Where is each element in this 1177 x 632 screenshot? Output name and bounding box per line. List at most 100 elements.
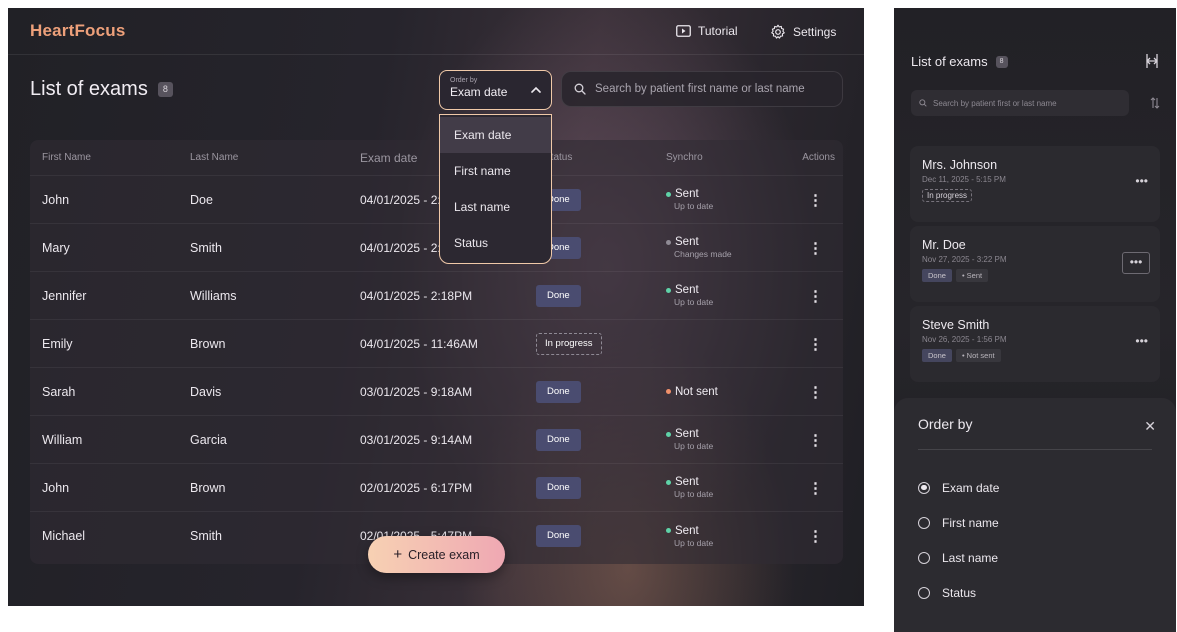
mobile-page-title: List of exams 8 <box>911 54 1008 69</box>
table-row[interactable]: John Brown 02/01/2025 - 6:17PM Done Sent… <box>30 464 843 512</box>
sync-dot-icon <box>666 191 671 197</box>
synchro-detail: Up to date <box>674 297 714 307</box>
create-exam-button[interactable]: + Create exam <box>368 536 505 573</box>
sheet-divider <box>918 449 1152 450</box>
card-exam-date: Nov 26, 2025 - 1:56 PM <box>922 335 1007 344</box>
search-icon <box>919 99 927 107</box>
sync-dot-icon <box>666 479 671 485</box>
exam-card[interactable]: Steve Smith Nov 26, 2025 - 1:56 PM Done •… <box>910 306 1160 382</box>
more-vertical-icon[interactable]: ⋮ <box>808 192 823 209</box>
status-badge: Done <box>922 349 952 362</box>
column-header-last-name[interactable]: Last Name <box>190 152 360 163</box>
tutorial-button[interactable]: Tutorial <box>676 24 738 38</box>
create-exam-label: Create exam <box>408 547 480 562</box>
column-header-first-name[interactable]: First Name <box>30 152 190 163</box>
radio-icon[interactable] <box>918 586 930 599</box>
radio-icon[interactable] <box>918 551 930 564</box>
synchro-detail: Up to date <box>674 537 714 548</box>
cell-first-name: Emily <box>42 336 73 351</box>
order-option[interactable]: Last name <box>918 540 1152 575</box>
more-vertical-icon[interactable]: ⋮ <box>808 288 823 305</box>
cell-first-name: Jennifer <box>42 288 87 303</box>
card-tags: Done • Not sent <box>922 349 1148 362</box>
more-horizontal-icon[interactable]: ••• <box>1135 174 1148 188</box>
column-header-status[interactable]: Status <box>536 152 666 163</box>
play-icon <box>676 25 691 37</box>
mobile-search-input[interactable]: Search by patient first or last name <box>911 90 1129 116</box>
cell-status: Done <box>536 236 666 259</box>
cell-synchro: Sent Up to date <box>666 476 784 499</box>
table-row[interactable]: Mary Smith 04/01/2025 - 2:31PM Done Sent… <box>30 224 843 272</box>
cell-last-name: Davis <box>190 384 222 399</box>
cell-synchro: Sent Up to date <box>666 428 784 451</box>
exam-card[interactable]: Mr. Doe Nov 27, 2025 - 3:22 PM Done • Sen… <box>910 226 1160 302</box>
table-row[interactable]: William Garcia 03/01/2025 - 9:14AM Done … <box>30 416 843 464</box>
mobile-count-badge: 8 <box>995 55 1008 68</box>
settings-button[interactable]: Settings <box>770 24 836 40</box>
radio-icon[interactable] <box>918 516 930 529</box>
status-badge: In progress <box>536 332 602 355</box>
desktop-view: HeartFocus Tutorial Settings List of exa… <box>8 8 864 606</box>
synchro-detail: Up to date <box>674 441 714 451</box>
order-by-caption: Order by <box>450 77 478 84</box>
dropdown-option-last-name[interactable]: Last name <box>440 189 551 225</box>
search-placeholder: Search by patient first name or last nam… <box>595 83 805 95</box>
more-horizontal-icon[interactable]: ••• <box>1135 334 1148 348</box>
synchro-label: Sent <box>675 236 699 248</box>
columns-icon[interactable] <box>1145 53 1159 69</box>
card-patient-name: Steve Smith <box>922 318 990 332</box>
synchro-label: Sent <box>675 428 699 440</box>
status-badge: Done <box>536 380 581 403</box>
column-header-synchro[interactable]: Synchro <box>666 152 784 163</box>
order-option-label: Status <box>942 585 977 600</box>
table-row[interactable]: John Doe 04/01/2025 - 2:45PM Done Sent U… <box>30 176 843 224</box>
cell-first-name: Michael <box>42 529 86 543</box>
order-by-value: Exam date <box>450 85 508 99</box>
synchro-label: Sent <box>675 476 699 488</box>
more-vertical-icon[interactable]: ⋮ <box>808 384 823 401</box>
cell-synchro: Not sent <box>666 386 784 398</box>
cell-last-name: Smith <box>190 240 222 255</box>
order-option[interactable]: First name <box>918 505 1152 540</box>
more-vertical-icon[interactable]: ⋮ <box>808 240 823 257</box>
status-badge: • Sent <box>955 269 989 282</box>
sync-dot-icon <box>666 528 671 533</box>
more-vertical-icon[interactable]: ⋮ <box>808 480 823 497</box>
cell-status: Done <box>536 476 666 499</box>
table-row[interactable]: Jennifer Williams 04/01/2025 - 2:18PM Do… <box>30 272 843 320</box>
synchro-detail: Changes made <box>674 249 732 259</box>
sheet-title: Order by <box>918 416 973 432</box>
order-option-label: Exam date <box>942 480 1000 495</box>
cell-last-name: Brown <box>190 480 226 495</box>
search-input[interactable]: Search by patient first name or last nam… <box>561 71 843 107</box>
table-row[interactable]: Sarah Davis 03/01/2025 - 9:18AM Done Not… <box>30 368 843 416</box>
more-vertical-icon[interactable]: ⋮ <box>808 432 823 449</box>
order-option[interactable]: Exam date <box>918 470 1152 505</box>
status-badge: Done <box>536 476 581 499</box>
more-vertical-icon[interactable]: ⋮ <box>808 336 823 353</box>
dropdown-option-first-name[interactable]: First name <box>440 153 551 189</box>
mobile-search-placeholder: Search by patient first or last name <box>933 98 1057 108</box>
close-icon[interactable]: ✕ <box>1144 418 1156 435</box>
tutorial-label: Tutorial <box>698 24 738 38</box>
cell-synchro: Sent Up to date <box>666 188 784 211</box>
radio-icon[interactable] <box>918 481 930 494</box>
card-exam-date: Dec 11, 2025 - 5:15 PM <box>922 175 1006 184</box>
more-vertical-icon[interactable]: ⋮ <box>808 528 823 545</box>
status-badge: In progress <box>922 189 973 202</box>
header-divider <box>8 54 864 55</box>
sort-icon[interactable] <box>1150 96 1160 110</box>
cell-first-name: John <box>42 192 70 207</box>
status-badge: Done <box>536 284 581 307</box>
more-horizontal-icon[interactable]: ••• <box>1122 252 1150 274</box>
cell-synchro: Sent Up to date <box>666 284 784 307</box>
dropdown-option-exam-date[interactable]: Exam date <box>440 117 551 153</box>
order-by-dropdown: Exam date First name Last name Status <box>439 114 552 264</box>
synchro-status: Sent Up to date <box>666 525 784 548</box>
order-option[interactable]: Status <box>918 575 1152 610</box>
synchro-status: Not sent <box>666 386 784 398</box>
dropdown-option-status[interactable]: Status <box>440 225 551 261</box>
exam-card[interactable]: Mrs. Johnson Dec 11, 2025 - 5:15 PM In p… <box>910 146 1160 222</box>
order-by-select[interactable]: Order by Exam date <box>439 70 552 110</box>
table-row[interactable]: Emily Brown 04/01/2025 - 11:46AM In prog… <box>30 320 843 368</box>
